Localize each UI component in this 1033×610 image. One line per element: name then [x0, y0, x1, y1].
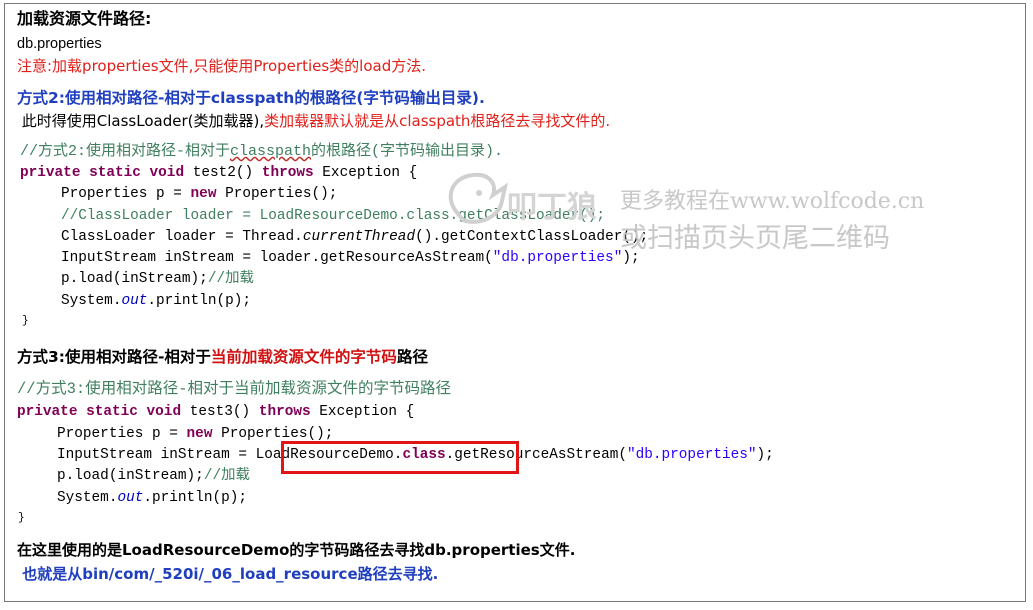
note-text: 注意:加载properties文件,只能使用Properties类的load方法…	[17, 57, 427, 75]
logo-text: 叩丁狼	[507, 190, 597, 225]
method2-desc: 此时得使用ClassLoader(类加载器),类加载器默认就是从classpat…	[17, 114, 610, 129]
watermark-line1: 更多教程在www.wolfcode.cn	[620, 189, 925, 214]
code2-sig-exc: Exception {	[313, 165, 418, 181]
code3-l4b: .println(p);	[143, 490, 248, 506]
code2-l4-str: "db.properties"	[492, 250, 623, 266]
method3-title-b: 路径	[396, 348, 428, 366]
code2-comment-b: classpath	[230, 143, 312, 160]
watermark-line2: 或扫描页头页尾二维码	[620, 223, 890, 254]
code2-sig-name: test2()	[184, 165, 262, 181]
highlight-box	[281, 441, 519, 474]
code3-l2-str: "db.properties"	[626, 447, 757, 463]
code3-l2a: InputStream inStream =	[57, 447, 256, 463]
code2-line5: p.load(inStream);//加载	[61, 272, 254, 286]
code2-comment: //方式2:使用相对路径-相对于classpath的根路径(字节码输出目录).	[20, 144, 503, 159]
code2-l1b: Properties();	[216, 186, 338, 202]
method3-title-red: 当前加载资源文件的字节码	[210, 348, 397, 366]
code3-close: }	[18, 512, 25, 524]
code2-l3-it: currentThread	[302, 229, 416, 245]
code2-comment-a: //方式2:使用相对路径-相对于	[20, 143, 231, 160]
code3-line1: Properties p = new Properties();	[57, 427, 333, 441]
method2-desc-red: 类加载器默认就是从classpath根路径去寻找文件的.	[264, 112, 611, 130]
code3-sig-name: test3()	[181, 404, 259, 420]
code2-l5-comment: //加载	[207, 271, 254, 287]
code3-l3a: p.load(inStream);	[57, 468, 204, 484]
code3-l3-comment: //加载	[203, 468, 250, 484]
method2-title: 方式2:使用相对路径-相对于classpath的根路径(字节码输出目录).	[17, 89, 485, 107]
code2-comment-c: 的根路径(字节码输出目录).	[311, 143, 504, 160]
code2-l1a: Properties p =	[61, 186, 191, 202]
page-heading: 加载资源文件路径:	[17, 9, 152, 28]
code2-signature: private static void test2() throws Excep…	[20, 166, 417, 180]
code3-l4-field: out	[117, 490, 144, 506]
code3-l1b: Properties();	[212, 426, 334, 442]
code3-l1a: Properties p =	[57, 426, 187, 442]
code3-comment: //方式3:使用相对路径-相对于当前加载资源文件的字节码路径	[17, 380, 452, 398]
method3-title-a: 方式3:使用相对路径-相对于	[17, 348, 211, 366]
code3-sig-throws: throws	[258, 404, 311, 420]
method2-desc-prefix: 此时得使用ClassLoader(类加载器),	[17, 112, 265, 130]
code2-line1: Properties p = new Properties();	[61, 187, 337, 201]
code2-l4a: InputStream inStream = loader.getResourc…	[61, 250, 493, 266]
code3-l2c: );	[756, 447, 774, 463]
wolfcode-logo-icon: 叩丁狼	[448, 172, 597, 225]
code2-l5a: p.load(inStream);	[61, 271, 208, 287]
code2-line6: System.out.println(p);	[61, 294, 251, 308]
code3-line4: System.out.println(p);	[57, 491, 247, 505]
code3-line3: p.load(inStream);//加载	[57, 469, 250, 483]
code3-sig-exc: Exception {	[310, 404, 415, 420]
code2-sig-kw: private static void	[20, 165, 185, 181]
code2-close: }	[22, 315, 29, 327]
code3-sig-kw: private static void	[17, 404, 182, 420]
filename-text: db.properties	[17, 36, 102, 52]
code3-l1-new: new	[186, 426, 213, 442]
code2-l6a: System.	[61, 293, 122, 309]
code2-line4: InputStream inStream = loader.getResourc…	[61, 251, 640, 265]
code2-l1-new: new	[190, 186, 217, 202]
footer-line1: 在这里使用的是LoadResourceDemo的字节码路径去寻找db.prope…	[17, 541, 576, 559]
code3-signature: private static void test3() throws Excep…	[17, 405, 414, 419]
code2-sig-throws: throws	[261, 165, 314, 181]
code3-l4a: System.	[57, 490, 118, 506]
footer-line2: 也就是从bin/com/_520i/_06_load_resource路径去寻找…	[17, 565, 439, 583]
code2-l6-field: out	[121, 293, 148, 309]
code2-l3a: ClassLoader loader = Thread.	[61, 229, 303, 245]
code2-l6b: .println(p);	[147, 293, 252, 309]
method3-title: 方式3:使用相对路径-相对于当前加载资源文件的字节码路径	[17, 348, 428, 366]
